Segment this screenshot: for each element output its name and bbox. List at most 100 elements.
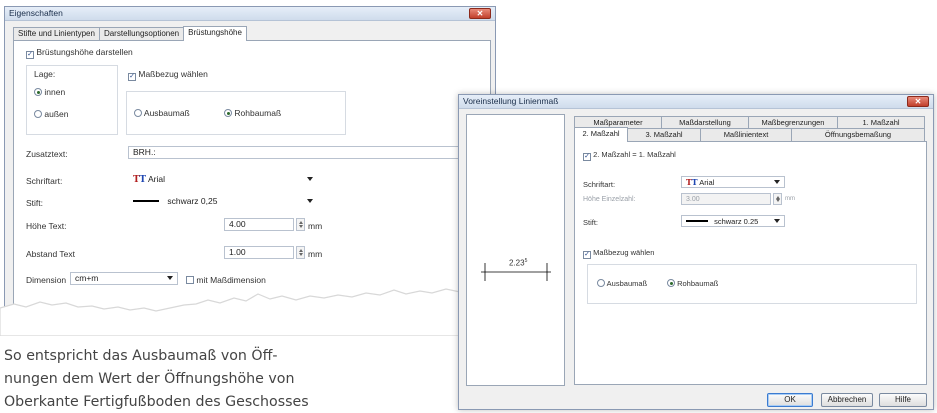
radio-selected-icon — [34, 88, 42, 96]
dimension-preview — [481, 263, 551, 281]
font-value: Arial — [699, 178, 715, 187]
chevron-down-icon — [307, 199, 313, 203]
radio-selected-icon — [667, 279, 675, 287]
dim-ref-label: Maßbezug wählen — [593, 248, 655, 257]
properties-tabs: Stifte und Linientypen Darstellungsoptio… — [13, 26, 247, 41]
tab-second-number[interactable]: 2. Maßzahl — [574, 127, 628, 142]
finish-dim-label: Ausbaumaß — [606, 279, 648, 288]
second-number-panel: ✓ 2. Maßzahl = 1. Maßzahl Schriftart: TT… — [574, 141, 927, 385]
checkbox-checked-icon: ✓ — [583, 153, 591, 161]
pen-value: schwarz 0,25 — [167, 196, 218, 206]
close-icon[interactable]: ✕ — [469, 8, 491, 19]
dimension-value: cm+m — [75, 273, 99, 283]
position-outside-label: außen — [44, 109, 69, 119]
pen-value: schwarz 0.25 — [714, 217, 759, 226]
linear-dimension-title-bar: Voreinstellung Linienmaß ✕ — [459, 95, 933, 109]
tabs-row-2: 2. Maßzahl 3. Maßzahl Maßlinientext Öffn… — [574, 127, 925, 142]
checkbox-checked-icon: ✓ — [128, 73, 136, 81]
parapet-panel: ✓ Brüstungshöhe darstellen Lage: innen a… — [13, 40, 491, 325]
pen-line-icon — [686, 220, 708, 222]
height-label: Höhe Einzelzahl: — [583, 196, 636, 203]
pen-label: Stift: — [583, 218, 599, 227]
tab-pens-linetypes[interactable]: Stifte und Linientypen — [13, 27, 100, 40]
preview-dimension-text: 2.235 — [509, 258, 527, 268]
dim-ref-checkbox[interactable]: ✓ Maßbezug wählen — [128, 69, 208, 81]
rough-dim-label: Rohbaumaß — [234, 108, 282, 118]
with-dimension-label: mit Maßdimension — [196, 275, 266, 285]
properties-title: Eigenschaften — [9, 8, 63, 18]
font-label: Schriftart: — [26, 176, 63, 186]
linear-dimension-dialog: Voreinstellung Linienmaß ✕ 2.235 Maßpara… — [458, 94, 934, 410]
preview-value: 2.23 — [509, 258, 525, 268]
font-label: Schriftart: — [583, 180, 616, 189]
chevron-down-icon — [774, 180, 780, 184]
position-outside-radio[interactable]: außen — [34, 109, 68, 119]
text-spacing-label: Abstand Text — [26, 249, 75, 259]
position-inside-radio[interactable]: innen — [34, 87, 65, 97]
ok-button[interactable]: OK — [767, 393, 813, 407]
tab-display-options[interactable]: Darstellungsoptionen — [98, 27, 185, 40]
chevron-down-icon — [167, 276, 173, 280]
height-spinner[interactable] — [773, 193, 782, 205]
caption-line-1: So entspricht das Ausbaumaß von Öff- — [4, 348, 278, 364]
pen-line-icon — [133, 200, 159, 202]
truetype-font-icon: TT — [686, 177, 698, 187]
caption-line-2: nungen dem Wert der Öffnungshöhe von — [4, 371, 295, 387]
tab-third-number[interactable]: 3. Maßzahl — [627, 128, 701, 141]
torn-edge-icon — [0, 288, 470, 336]
dimension-label: Dimension — [26, 275, 67, 285]
height-unit: mm — [785, 196, 795, 202]
checkbox-empty-icon — [186, 276, 194, 284]
rough-dim-radio[interactable]: Rohbaumaß — [224, 108, 281, 118]
preview-superscript: 5 — [524, 258, 528, 264]
tab-dim-line-text[interactable]: Maßlinientext — [700, 128, 792, 141]
chevron-down-icon — [307, 177, 313, 181]
extra-text-label: Zusatztext: — [26, 149, 68, 159]
finish-dim-label: Ausbaumaß — [143, 108, 190, 118]
preview-pane: 2.235 — [466, 114, 565, 386]
position-label: Lage: — [34, 69, 56, 79]
finish-dim-radio[interactable]: Ausbaumaß — [597, 279, 647, 288]
pen-label: Stift: — [26, 198, 44, 208]
properties-dialog: Eigenschaften ✕ Stifte und Linientypen D… — [4, 6, 496, 326]
tab-opening-dimension[interactable]: Öffnungsbemaßung — [791, 128, 925, 141]
text-height-spinner[interactable] — [296, 218, 305, 231]
pen-select[interactable]: schwarz 0,25 — [128, 195, 318, 208]
text-spacing-input[interactable]: 1.00 — [224, 246, 294, 259]
extra-text-input[interactable]: BRH.: — [128, 146, 486, 159]
text-height-unit: mm — [308, 221, 323, 231]
rough-dim-label: Rohbaumaß — [677, 279, 719, 288]
checkbox-checked-icon: ✓ — [583, 251, 591, 259]
properties-title-bar: Eigenschaften ✕ — [5, 7, 495, 21]
cancel-button[interactable]: Abbrechen — [821, 393, 873, 407]
help-button[interactable]: Hilfe — [879, 393, 927, 407]
second-eq-first-label: 2. Maßzahl = 1. Maßzahl — [593, 150, 676, 159]
second-eq-first-checkbox[interactable]: ✓ 2. Maßzahl = 1. Maßzahl — [583, 150, 676, 161]
radio-empty-icon — [34, 110, 42, 118]
show-parapet-label: Brüstungshöhe darstellen — [36, 47, 133, 57]
tab-parapet-height[interactable]: Brüstungshöhe — [183, 26, 247, 41]
text-height-input[interactable]: 4.00 — [224, 218, 294, 231]
with-dimension-checkbox[interactable]: mit Maßdimension — [186, 275, 266, 285]
font-select[interactable]: TT Arial — [128, 173, 318, 186]
text-spacing-spinner[interactable] — [296, 246, 305, 259]
pen-select[interactable]: schwarz 0.25 — [681, 215, 785, 227]
font-value: Arial — [148, 174, 166, 184]
font-select[interactable]: TT Arial — [681, 176, 785, 188]
chevron-down-icon — [774, 219, 780, 223]
checkbox-checked-icon: ✓ — [26, 51, 34, 59]
rough-dim-radio[interactable]: Rohbaumaß — [667, 279, 718, 288]
dim-ref-checkbox[interactable]: ✓ Maßbezug wählen — [583, 248, 654, 259]
close-icon[interactable]: ✕ — [907, 96, 929, 107]
radio-selected-icon — [224, 109, 232, 117]
finish-dim-radio[interactable]: Ausbaumaß — [134, 108, 190, 118]
show-parapet-checkbox[interactable]: ✓ Brüstungshöhe darstellen — [26, 47, 133, 59]
text-spacing-unit: mm — [308, 249, 323, 259]
radio-empty-icon — [597, 279, 605, 287]
height-input[interactable]: 3.00 — [681, 193, 771, 205]
dimension-select[interactable]: cm+m — [70, 272, 178, 285]
radio-empty-icon — [134, 109, 142, 117]
position-inside-label: innen — [44, 87, 66, 97]
truetype-font-icon: TT — [133, 175, 147, 185]
caption-line-3: Oberkante Fertigfußboden des Geschosses — [4, 394, 309, 410]
